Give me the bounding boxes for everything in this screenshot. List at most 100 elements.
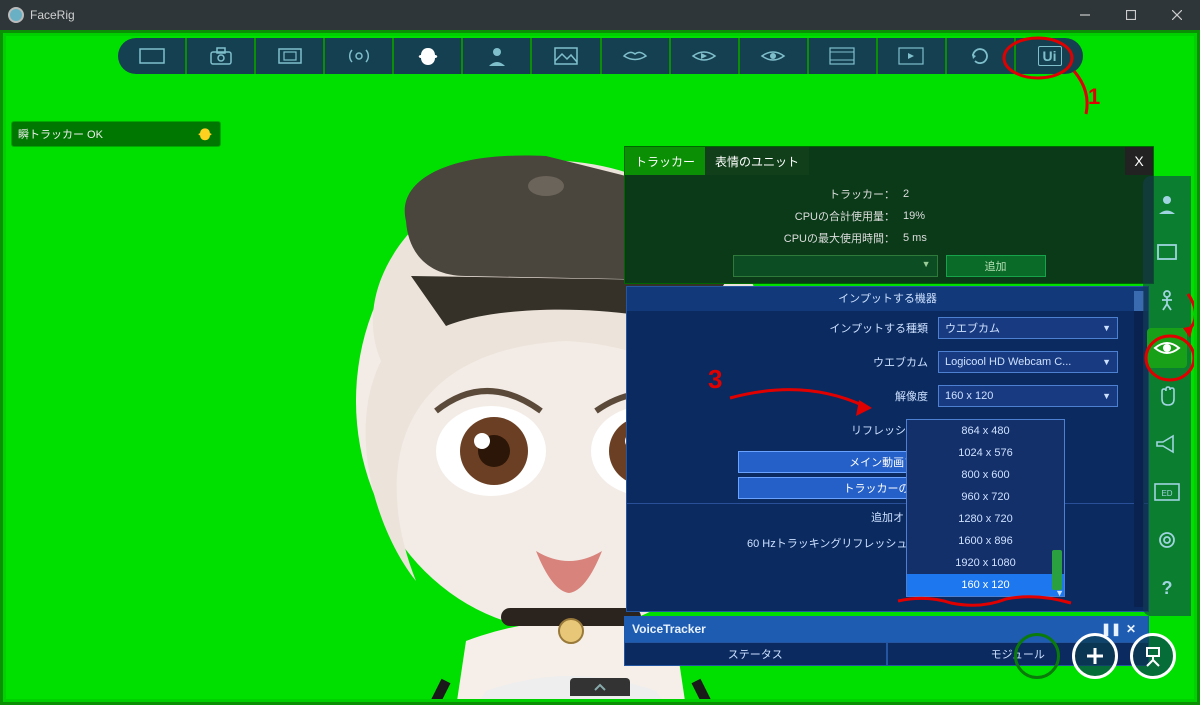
input-device-header: インプットする機器 [627,287,1148,311]
app-window: FaceRig [0,0,1200,705]
toolbar-aspect-button[interactable] [118,38,185,74]
resolution-option[interactable]: 864 x 480 [907,420,1064,442]
bottom-actions [1014,633,1176,679]
tracker-select[interactable]: ▼ [733,255,938,277]
resolution-label: 解像度 [627,388,938,404]
toolbar-lips-button[interactable] [600,38,669,74]
chevron-down-icon: ▼ [1102,357,1111,367]
svg-text:ED: ED [1161,489,1172,498]
tracker-status-text: 瞬トラッカー OK [18,126,103,142]
cpu-total-label: CPUの合計使用量： [635,208,903,224]
gear-icon [1156,529,1178,551]
tripod-camera-icon [1141,645,1165,667]
resolution-option[interactable]: 1024 x 576 [907,442,1064,464]
toolbar-reload-button[interactable] [945,38,1014,74]
chevron-down-icon: ▼ [1102,391,1111,401]
cpu-total-value: 19% [903,210,963,222]
panel-close-button[interactable]: X [1125,147,1153,175]
chevron-down-icon: ▼ [1055,588,1064,598]
face-icon [416,46,440,66]
hand-icon [1156,385,1178,407]
toolbar-screen-button[interactable] [254,38,323,74]
titlebar: FaceRig [0,0,1200,30]
camera-circle-button[interactable] [1130,633,1176,679]
tracker-count-label: トラッカー： [635,186,903,202]
toolbar-picture-button[interactable] [530,38,599,74]
person-icon [487,46,507,66]
toolbar-face-button[interactable] [392,38,461,74]
sidebar-background-button[interactable] [1147,232,1187,272]
tracker-count-value: 2 [903,188,963,200]
sidebar-settings-button[interactable] [1147,520,1187,560]
ed-icon: ED [1154,483,1180,501]
toolbar-eye-play-button[interactable] [669,38,738,74]
resolution-option[interactable]: 1920 x 1080 [907,552,1064,574]
voicetracker-status-tab[interactable]: ステータス [624,642,887,666]
tab-expression-units[interactable]: 表情のユニット [705,147,809,175]
sidebar-eye-button[interactable] [1147,328,1187,368]
resolution-option[interactable]: 800 x 600 [907,464,1064,486]
tab-tracker[interactable]: トラッカー [625,147,705,175]
additional-options-header: 追加オ [627,506,1148,530]
dropdown-scrollbar[interactable] [1052,550,1062,590]
bottom-handle[interactable] [570,678,630,696]
sidebar-help-button[interactable]: ? [1147,568,1187,608]
cpu-max-label: CPUの最大使用時間： [635,230,903,246]
plus-icon [1084,645,1106,667]
toolbar-film-play-button[interactable] [876,38,945,74]
webcam-combo[interactable]: Logicool HD Webcam C...▼ [938,351,1118,373]
toolbar-ui-button[interactable]: Ui [1014,38,1083,74]
toolbar-person-button[interactable] [461,38,530,74]
voicetracker-title: VoiceTracker [632,622,706,636]
aspect-icon [139,48,165,64]
close-button[interactable] [1154,0,1200,30]
ui-label: Ui [1038,46,1062,66]
sidebar-pose-button[interactable] [1147,280,1187,320]
resolution-combo[interactable]: 160 x 120▼ [938,385,1118,407]
toolbar-eye-rec-button[interactable] [738,38,807,74]
cpu-max-value: 5 ms [903,232,963,244]
sidebar-ed-button[interactable]: ED [1147,472,1187,512]
resolution-dropdown[interactable]: 864 x 480 1024 x 576 800 x 600 960 x 720… [906,419,1065,597]
top-toolbar: Ui [118,38,1083,74]
sidebar-hand-button[interactable] [1147,376,1187,416]
screen-icon [1156,241,1178,263]
film-play-icon [898,47,924,65]
client-area: Ui 瞬トラッカー OK [0,30,1200,705]
input-type-label: インプットする種類 [627,320,938,336]
tracker-status-badge: 瞬トラッカー OK [11,121,221,147]
eye-settings-icon [1153,338,1181,358]
maximize-icon [1126,10,1136,20]
resolution-option[interactable]: 960 x 720 [907,486,1064,508]
face-status-icon [196,127,214,141]
input-type-combo[interactable]: ウエブカム▼ [938,317,1118,339]
toolbar-camera-button[interactable] [185,38,254,74]
tracker-panel: トラッカー 表情のユニット X トラッカー：2 CPUの合計使用量：19% CP… [624,146,1154,284]
megaphone-icon [1155,434,1179,454]
action-placeholder [1014,633,1060,679]
sidebar-megaphone-button[interactable] [1147,424,1187,464]
resolution-option[interactable]: 1600 x 896 [907,530,1064,552]
svg-text:?: ? [1162,578,1173,598]
resolution-option[interactable]: 1280 x 720 [907,508,1064,530]
add-circle-button[interactable] [1072,633,1118,679]
minimize-button[interactable] [1062,0,1108,30]
help-icon: ? [1156,577,1178,599]
resolution-option-selected[interactable]: 160 x 120 [907,574,1064,596]
right-sidebar: ED ? [1143,176,1191,616]
add-tracker-button[interactable]: 追加 [946,255,1046,277]
toolbar-film-button[interactable] [807,38,876,74]
person-icon [1156,193,1178,215]
sidebar-avatar-button[interactable] [1147,184,1187,224]
sixtyhz-label: 60 Hzトラッキングリフレッシュ率 [747,535,918,551]
lips-icon [622,49,648,63]
reload-icon [970,46,990,66]
maximize-button[interactable] [1108,0,1154,30]
webcam-label: ウエブカム [627,354,938,370]
toolbar-broadcast-button[interactable] [323,38,392,74]
chevron-down-icon: ▼ [1102,323,1111,333]
close-icon [1172,10,1182,20]
app-icon [8,7,24,23]
eye-play-icon [691,48,717,64]
app-title: FaceRig [30,8,1062,22]
